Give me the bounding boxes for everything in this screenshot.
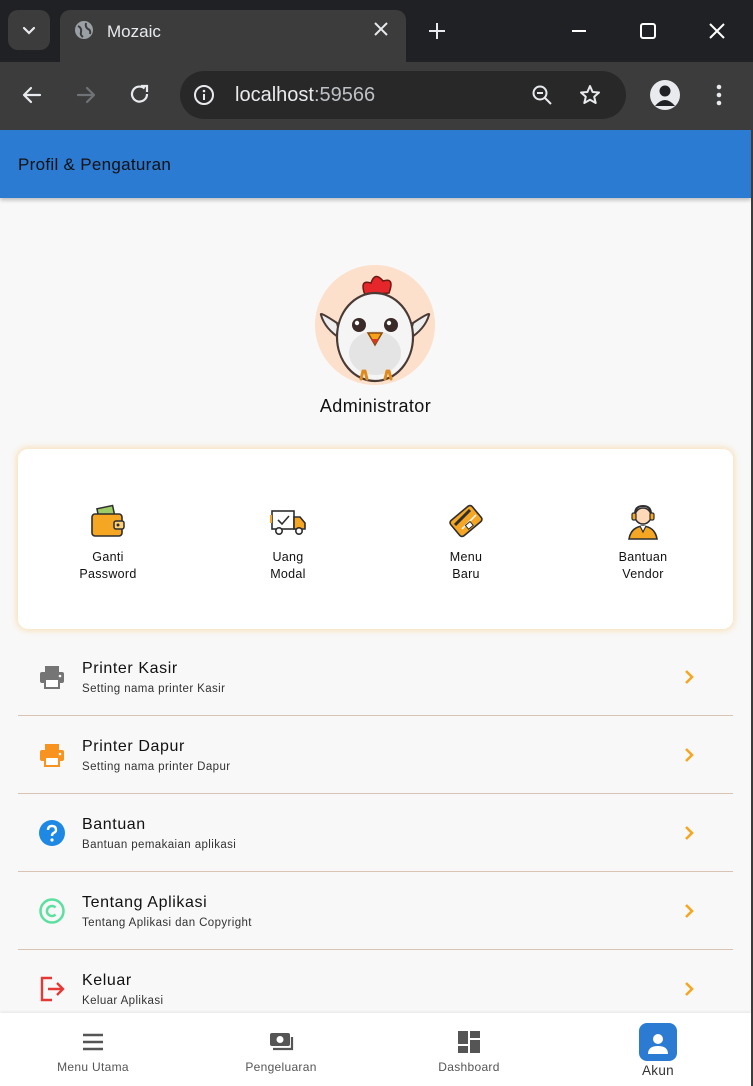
url-host: localhost — [235, 84, 314, 106]
tab-title: Mozaic — [107, 22, 161, 41]
page-title: Profil & Pengaturan — [18, 155, 172, 174]
avatar[interactable] — [315, 265, 435, 385]
wallet-icon — [91, 504, 125, 537]
window-close-icon[interactable] — [706, 20, 728, 42]
maximize-icon[interactable] — [637, 20, 659, 42]
chicken-mascot-icon — [315, 265, 435, 385]
logout-icon — [40, 976, 65, 1002]
quick-action-bantuan-vendor[interactable]: Bantuan Vendor — [583, 501, 703, 583]
menu-icon — [83, 1033, 103, 1051]
url-text: localhost:59566 — [235, 84, 375, 107]
person-icon — [648, 1034, 668, 1054]
nav-pengeluaran[interactable]: Pengeluaran — [206, 1013, 356, 1086]
list-item-title: Printer Kasir — [82, 660, 178, 677]
close-icon[interactable] — [372, 20, 390, 38]
quick-action-ganti-password[interactable]: Ganti Password — [48, 501, 168, 583]
dashboard-icon — [458, 1031, 480, 1053]
tab-search-button[interactable] — [8, 10, 50, 50]
nav-label: Menu Utama — [57, 1060, 129, 1074]
more-vert-icon[interactable] — [708, 82, 730, 108]
quick-action-label: Uang Modal — [270, 550, 306, 581]
credit-card-icon — [449, 504, 483, 538]
url-port: :59566 — [313, 84, 376, 106]
new-tab-icon[interactable] — [424, 18, 450, 44]
chevron-right-icon — [685, 748, 694, 762]
list-item-subtitle: Setting nama printer Kasir — [82, 683, 226, 695]
globe-icon — [75, 21, 93, 39]
zoom-out-icon[interactable] — [530, 83, 554, 107]
nav-menu-utama[interactable]: Menu Utama — [18, 1013, 168, 1086]
list-item-printer-kasir[interactable]: Printer Kasir Setting nama printer Kasir — [18, 638, 733, 716]
nav-dashboard[interactable]: Dashboard — [394, 1013, 544, 1086]
chevron-right-icon — [685, 826, 694, 840]
chevron-right-icon — [685, 982, 694, 996]
list-item-title: Bantuan — [82, 816, 146, 833]
nav-akun[interactable]: Akun — [583, 1013, 733, 1086]
help-icon — [39, 820, 65, 846]
settings-list: Printer Kasir Setting nama printer Kasir… — [18, 638, 733, 1028]
list-item-bantuan[interactable]: Bantuan Bantuan pemakaian aplikasi — [18, 794, 733, 872]
list-item-subtitle: Keluar Aplikasi — [82, 995, 164, 1007]
list-item-tentang-aplikasi[interactable]: Tentang Aplikasi Tentang Aplikasi dan Co… — [18, 872, 733, 950]
printer-icon — [40, 666, 64, 689]
support-agent-icon — [628, 504, 658, 540]
payments-icon — [270, 1033, 294, 1051]
quick-action-label: Menu Baru — [449, 550, 483, 581]
printer-icon — [40, 744, 64, 767]
user-name: Administrator — [319, 396, 432, 416]
bottom-navigation: Menu Utama Pengeluaran Dashboard Akun — [0, 1013, 751, 1086]
minimize-icon[interactable] — [568, 20, 590, 42]
browser-toolbar: localhost:59566 — [0, 62, 753, 130]
copyright-icon — [39, 898, 65, 924]
quick-action-label: Ganti Password — [79, 550, 137, 581]
nav-label: Pengeluaran — [245, 1060, 317, 1074]
nav-label: Akun — [642, 1063, 674, 1078]
quick-action-label: Bantuan Vendor — [618, 550, 668, 581]
reload-icon[interactable] — [127, 82, 153, 108]
browser-window: Mozaic localhost:59566 Profil & Pengatur… — [0, 0, 753, 1086]
browser-tab[interactable]: Mozaic — [60, 10, 406, 62]
nav-label: Dashboard — [438, 1060, 500, 1074]
app-viewport: Profil & Pengaturan Administrator Ganti … — [0, 130, 751, 1086]
tab-strip: Mozaic — [0, 0, 753, 62]
quick-action-menu-baru[interactable]: Menu Baru — [406, 501, 526, 583]
quick-action-uang-modal[interactable]: Uang Modal — [228, 501, 348, 583]
delivery-truck-icon — [270, 510, 306, 535]
info-icon[interactable] — [193, 84, 215, 106]
list-item-subtitle: Bantuan pemakaian aplikasi — [82, 839, 237, 851]
forward-arrow-icon[interactable] — [73, 82, 99, 108]
list-item-title: Tentang Aplikasi — [82, 894, 208, 911]
list-item-subtitle: Setting nama printer Dapur — [82, 761, 231, 773]
quick-actions-card: Ganti Password Uang Modal Menu Baru Bant… — [18, 449, 733, 629]
bookmark-star-icon[interactable] — [578, 83, 602, 107]
list-item-title: Keluar — [82, 972, 132, 989]
chevron-right-icon — [685, 670, 694, 684]
app-bar: Profil & Pengaturan — [0, 130, 751, 198]
back-arrow-icon[interactable] — [19, 82, 45, 108]
chevron-right-icon — [685, 904, 694, 918]
list-item-title: Printer Dapur — [82, 738, 185, 755]
address-bar[interactable]: localhost:59566 — [180, 71, 626, 119]
list-item-printer-dapur[interactable]: Printer Dapur Setting nama printer Dapur — [18, 716, 733, 794]
list-item-subtitle: Tentang Aplikasi dan Copyright — [82, 917, 252, 929]
profile-avatar-icon[interactable] — [650, 80, 680, 110]
chevron-down-icon — [22, 26, 36, 35]
